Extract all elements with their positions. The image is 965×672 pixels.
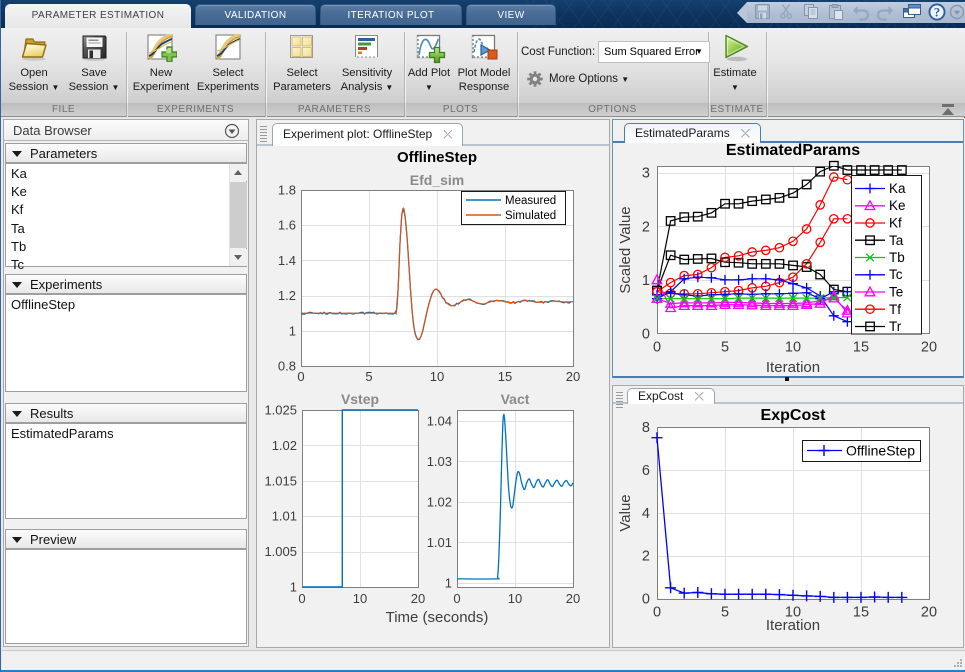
svg-text:Simulated: Simulated: [505, 210, 556, 222]
svg-text:EstimatedParams: EstimatedParams: [726, 142, 860, 159]
svg-text:1.01: 1.01: [427, 535, 452, 550]
svg-text:Measured: Measured: [505, 195, 556, 207]
svg-text:Iteration: Iteration: [766, 359, 820, 376]
svg-text:Kf: Kf: [889, 216, 902, 231]
svg-text:20: 20: [566, 369, 580, 384]
svg-text:1.04: 1.04: [427, 413, 452, 428]
svg-text:Vact: Vact: [501, 391, 530, 407]
svg-text:8: 8: [642, 420, 650, 436]
svg-text:0.8: 0.8: [278, 359, 296, 374]
svg-text:1.4: 1.4: [278, 253, 296, 268]
svg-text:Value: Value: [617, 494, 634, 531]
svg-text:1.02: 1.02: [427, 494, 452, 509]
svg-text:Te: Te: [889, 285, 903, 300]
svg-text:1: 1: [290, 580, 297, 595]
svg-text:10: 10: [785, 340, 801, 356]
svg-text:0: 0: [453, 591, 460, 606]
svg-text:5: 5: [721, 605, 729, 621]
svg-text:0: 0: [642, 327, 650, 343]
svg-text:5: 5: [721, 340, 729, 356]
svg-text:Ka: Ka: [889, 181, 906, 196]
svg-text:0: 0: [297, 369, 304, 384]
svg-text:Tr: Tr: [889, 319, 902, 334]
svg-text:6: 6: [642, 463, 650, 479]
svg-text:1.03: 1.03: [427, 454, 452, 469]
svg-text:OfflineStep: OfflineStep: [397, 149, 477, 166]
svg-text:0: 0: [653, 605, 661, 621]
svg-text:ExpCost: ExpCost: [761, 407, 827, 424]
svg-text:15: 15: [853, 340, 869, 356]
svg-text:1.02: 1.02: [272, 438, 297, 453]
svg-text:20: 20: [411, 591, 425, 606]
svg-text:1: 1: [445, 575, 452, 590]
svg-text:1.6: 1.6: [278, 218, 296, 233]
svg-text:1.01: 1.01: [272, 509, 297, 524]
svg-text:0: 0: [642, 592, 650, 608]
svg-text:1.2: 1.2: [278, 288, 296, 303]
svg-text:3: 3: [642, 166, 650, 182]
svg-text:0: 0: [298, 591, 305, 606]
svg-text:Efd_sim: Efd_sim: [410, 172, 464, 188]
svg-text:Ta: Ta: [889, 233, 904, 248]
svg-text:0: 0: [653, 340, 661, 356]
svg-text:10: 10: [353, 591, 367, 606]
svg-text:Iteration: Iteration: [766, 617, 820, 634]
svg-text:1.005: 1.005: [264, 544, 297, 559]
svg-text:Ke: Ke: [889, 198, 906, 213]
svg-text:Tc: Tc: [889, 267, 903, 282]
svg-text:Vstep: Vstep: [341, 391, 379, 407]
svg-text:Tf: Tf: [889, 302, 901, 317]
svg-text:1: 1: [289, 323, 296, 338]
svg-text:1.8: 1.8: [278, 183, 296, 198]
svg-text:1.025: 1.025: [264, 403, 297, 418]
svg-text:Time (seconds): Time (seconds): [386, 609, 489, 626]
svg-text:5: 5: [365, 369, 372, 384]
svg-text:15: 15: [498, 369, 512, 384]
svg-text:4: 4: [642, 506, 650, 522]
svg-text:Tb: Tb: [889, 250, 905, 265]
svg-text:1.015: 1.015: [264, 473, 297, 488]
svg-text:15: 15: [853, 605, 869, 621]
svg-text:OfflineStep: OfflineStep: [846, 443, 915, 459]
svg-text:?: ?: [934, 6, 940, 20]
svg-text:20: 20: [566, 591, 580, 606]
svg-text:10: 10: [430, 369, 444, 384]
svg-text:20: 20: [921, 340, 937, 356]
svg-text:1: 1: [642, 273, 650, 289]
svg-text:2: 2: [642, 219, 650, 235]
svg-text:20: 20: [921, 605, 937, 621]
svg-text:10: 10: [508, 591, 522, 606]
svg-text:Scaled Value: Scaled Value: [617, 206, 634, 293]
svg-text:2: 2: [642, 549, 650, 565]
